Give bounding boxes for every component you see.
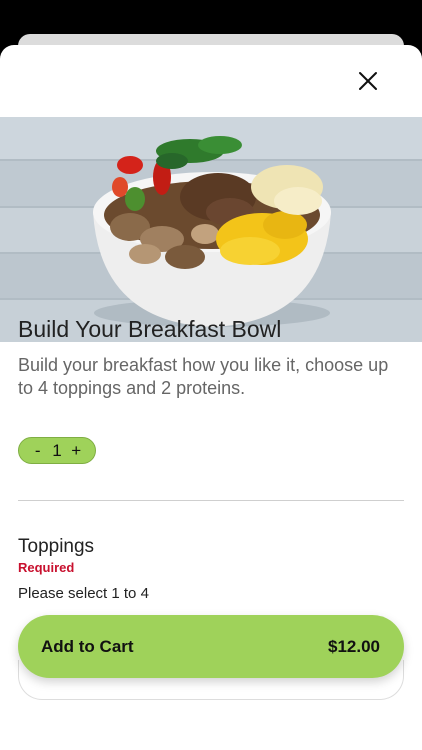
increment-button[interactable]: + <box>69 441 83 461</box>
toppings-title: Toppings <box>18 536 95 557</box>
section-divider <box>18 500 404 501</box>
decrement-button[interactable]: - <box>31 441 45 461</box>
quantity-stepper: - 1 + <box>18 437 96 464</box>
close-icon[interactable] <box>358 71 378 91</box>
add-to-cart-button[interactable]: Add to Cart $12.00 <box>18 615 404 678</box>
cart-price: $12.00 <box>328 636 380 656</box>
toppings-hint: Please select 1 to 4 <box>18 585 149 602</box>
quantity-value: 1 <box>52 440 62 460</box>
item-title: Build Your Breakfast Bowl <box>18 316 282 342</box>
required-badge: Required <box>18 560 75 575</box>
item-image <box>0 117 422 342</box>
item-description: Build your breakfast how you like it, ch… <box>18 355 389 398</box>
add-to-cart-label: Add to Cart <box>41 636 134 656</box>
